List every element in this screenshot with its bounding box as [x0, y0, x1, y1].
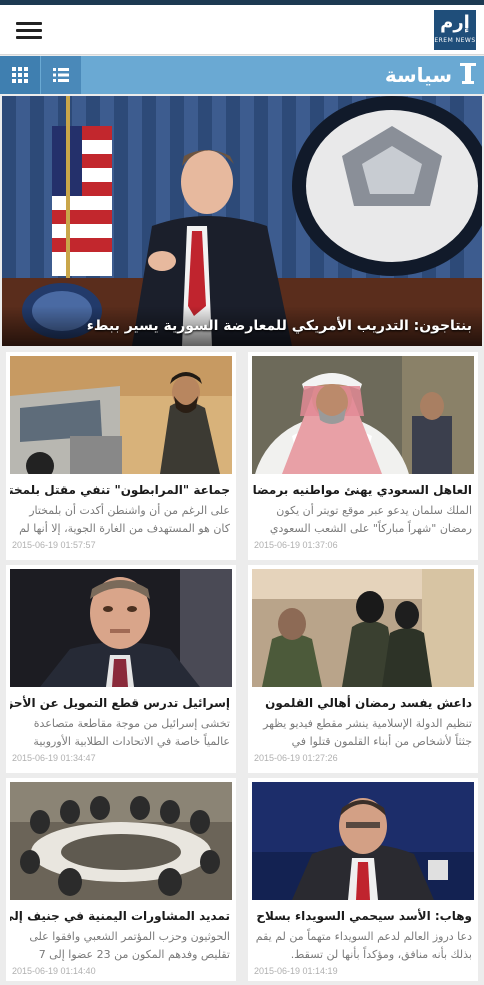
article-title[interactable]: العاهل السعودي يهنئ مواطنيه برمضان [252, 480, 472, 500]
article-image [252, 569, 474, 687]
article-card[interactable]: إسرائيل تدرس قطع التمويل عن الأحزاب تخشى… [6, 565, 236, 773]
article-image [10, 782, 232, 900]
article-image [10, 356, 232, 474]
grid-view-icon[interactable] [0, 56, 40, 94]
article-date: 2015-06-19 01:57:57 [12, 540, 96, 550]
article-excerpt: الملك سلمان يدعو عبر موقع تويتر أن يكون … [269, 504, 472, 535]
article-excerpt: الحوثيون وحزب المؤتمر الشعبي وافقوا على … [29, 930, 230, 961]
column-icon [460, 63, 476, 87]
article-excerpt: تخشى إسرائيل من موجة مقاطعة متصاعدة عالم… [33, 717, 230, 748]
article-excerpt: دعا دروز العالم لدعم السويداء متهماً من … [255, 930, 472, 961]
article-image [10, 569, 232, 687]
article-date: 2015-06-19 01:37:06 [254, 540, 338, 550]
article-card[interactable]: جماعة "المرابطون" تنفي مقتل بلمختار على … [6, 352, 236, 560]
article-image [252, 356, 474, 474]
article-date: 2015-06-19 01:27:26 [254, 753, 338, 763]
hamburger-menu-icon[interactable] [16, 18, 46, 42]
section-bar: سياسة [0, 56, 484, 94]
site-logo[interactable]: إرم EREM NEWS [434, 10, 476, 50]
article-title[interactable]: داعش يفسد رمضان أهالي القلمون [252, 693, 472, 713]
section-title: سياسة [384, 63, 452, 87]
app-header: إرم EREM NEWS [0, 5, 484, 55]
article-excerpt: على الرغم من أن واشنطن أكدت أن بلمختار ك… [19, 504, 230, 535]
article-date: 2015-06-19 01:14:19 [254, 966, 338, 976]
article-date: 2015-06-19 01:14:40 [12, 966, 96, 976]
article-excerpt: تنظيم الدولة الإسلامية ينشر مقطع فيديو ي… [263, 717, 472, 748]
logo-subtitle: EREM NEWS [434, 37, 476, 44]
article-card[interactable]: وهاب: الأسد سيحمي السويداء بسلاح دعا درو… [248, 778, 478, 981]
logo-mark: إرم [440, 12, 470, 33]
list-view-icon[interactable] [41, 56, 81, 94]
article-image [252, 782, 474, 900]
article-card[interactable]: تمديد المشاورات اليمنية في جنيف إلى الحو… [6, 778, 236, 981]
hero-article[interactable]: بنتاجون: التدريب الأمريكي للمعارضة السور… [2, 96, 482, 346]
article-title[interactable]: تمديد المشاورات اليمنية في جنيف إلى [10, 906, 230, 926]
article-title[interactable]: وهاب: الأسد سيحمي السويداء بسلاح [252, 906, 472, 926]
article-title[interactable]: جماعة "المرابطون" تنفي مقتل بلمختار [10, 480, 230, 500]
hero-caption[interactable]: بنتاجون: التدريب الأمريكي للمعارضة السور… [2, 306, 482, 346]
article-card[interactable]: العاهل السعودي يهنئ مواطنيه برمضان الملك… [248, 352, 478, 560]
article-card[interactable]: داعش يفسد رمضان أهالي القلمون تنظيم الدو… [248, 565, 478, 773]
article-title[interactable]: إسرائيل تدرس قطع التمويل عن الأحزاب [10, 693, 230, 713]
article-date: 2015-06-19 01:34:47 [12, 753, 96, 763]
